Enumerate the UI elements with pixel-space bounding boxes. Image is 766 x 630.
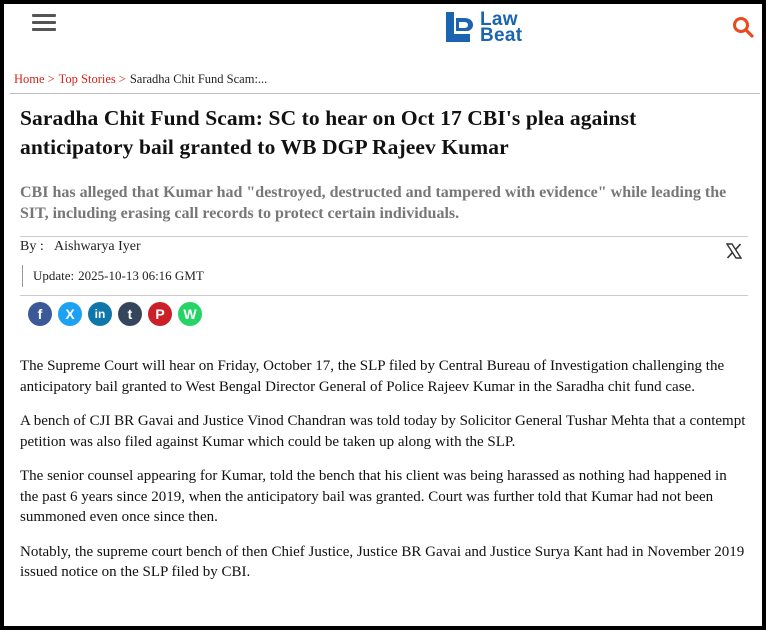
- breadcrumb-current: Saradha Chit Fund Scam:...: [129, 72, 268, 86]
- update-label: Update:: [33, 268, 75, 283]
- byline: By : Aishwarya Iyer: [20, 237, 748, 265]
- site-logo[interactable]: Law Beat: [442, 10, 542, 46]
- linkedin-icon[interactable]: in: [88, 302, 112, 326]
- page-frame: Law Beat Home > Top Stories > Saradha Chit F…: [4, 4, 762, 626]
- article-paragraph: A bench of CJI BR Gavai and Justice Vino…: [20, 413, 746, 450]
- logo-text-beat: Beat: [480, 25, 523, 46]
- article-paragraph: The senior counsel appearing for Kumar, …: [20, 468, 727, 525]
- article-title: Saradha Chit Fund Scam: SC to hear on Oc…: [20, 106, 637, 159]
- author-name[interactable]: Aishwarya Iyer: [54, 239, 141, 255]
- x-share-icon[interactable]: [725, 243, 743, 259]
- top-header: Law Beat: [4, 4, 762, 68]
- search-icon[interactable]: [732, 16, 754, 38]
- x-twitter-icon[interactable]: X: [58, 302, 82, 326]
- hamburger-menu-icon[interactable]: [32, 14, 56, 32]
- share-buttons: f Xin t P W: [28, 302, 748, 328]
- header-divider: [10, 93, 760, 94]
- tumblr-icon[interactable]: t: [118, 302, 142, 326]
- breadcrumb-home-link[interactable]: Home: [14, 72, 45, 86]
- facebook-icon[interactable]: f: [28, 302, 52, 326]
- article-body: The Supreme Court will hear on Friday, O…: [20, 356, 748, 583]
- update-info: Update: 2025-10-13 06:16 GMT: [22, 265, 748, 287]
- article: Saradha Chit Fund Scam: SC to hear on Oc…: [20, 104, 748, 597]
- byline-label: By :: [20, 239, 44, 254]
- divider: [20, 295, 748, 296]
- breadcrumb: Home > Top Stories > Saradha Chit Fund Scam:…: [14, 72, 267, 87]
- pinterest-icon[interactable]: P: [148, 302, 172, 326]
- article-paragraph: The Supreme Court will hear on Friday, O…: [20, 358, 725, 395]
- breadcrumb-separator: >: [47, 72, 55, 86]
- breadcrumb-section-link[interactable]: Top Stories: [59, 72, 116, 86]
- logo-wordmark: Law Beat: [480, 10, 523, 46]
- whatsapp-icon[interactable]: W: [178, 302, 202, 326]
- article-paragraph: Notably, the supreme court bench of then…: [20, 543, 745, 581]
- update-timestamp: 2025-10-13 06:16 GMT: [78, 268, 204, 283]
- article-summary: CBI has alleged that Kumar had "destroye…: [20, 184, 727, 222]
- breadcrumb-separator: >: [118, 72, 126, 86]
- logo-mark-icon: [446, 12, 473, 42]
